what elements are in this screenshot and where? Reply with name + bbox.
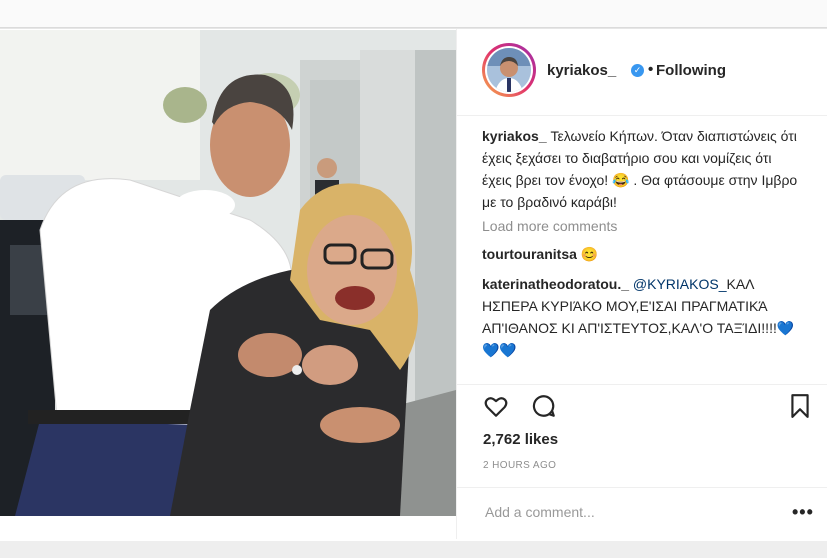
avatar-border bbox=[485, 46, 533, 94]
comment-item: tourtouranitsa 😊 bbox=[482, 243, 802, 265]
avatar bbox=[487, 48, 531, 92]
comment-mention-link[interactable]: @KYRIAKOS_ bbox=[633, 276, 727, 292]
likes-count[interactable]: 2,762 likes bbox=[483, 431, 558, 448]
comment-text: 😊 bbox=[580, 246, 599, 262]
top-bar bbox=[0, 0, 827, 28]
heart-icon[interactable] bbox=[483, 393, 509, 419]
comment-icon[interactable] bbox=[531, 393, 557, 419]
follow-button[interactable]: Following bbox=[656, 62, 726, 79]
comment-username[interactable]: katerinatheodoratou._ bbox=[482, 276, 629, 292]
comment-username[interactable]: tourtouranitsa bbox=[482, 246, 577, 262]
bookmark-icon[interactable] bbox=[787, 393, 813, 419]
photo-illustration bbox=[0, 30, 456, 516]
header-username[interactable]: kyriakos_ bbox=[547, 62, 616, 79]
comments-list: kyriakos_ Τελωνείο Κήπων. Όταν διαπιστών… bbox=[482, 125, 802, 369]
post-photo[interactable] bbox=[0, 30, 456, 516]
more-options-icon[interactable]: ••• bbox=[792, 502, 814, 523]
caption-username[interactable]: kyriakos_ bbox=[482, 128, 547, 144]
post-timestamp[interactable]: 2 HOURS AGO bbox=[483, 460, 556, 471]
add-comment-input[interactable] bbox=[483, 503, 777, 521]
post-header: kyriakos_ ✓ • Following bbox=[457, 29, 827, 116]
avatar-ring[interactable] bbox=[482, 43, 536, 97]
avatar-illustration bbox=[487, 48, 531, 92]
comment-item: katerinatheodoratou._ @KYRIAKOS_ΚΑΛ ΗΣΠΕ… bbox=[482, 273, 802, 361]
verified-badge-icon: ✓ bbox=[631, 64, 644, 77]
action-bar bbox=[457, 384, 827, 421]
load-more-comments-button[interactable]: Load more comments bbox=[482, 215, 802, 237]
add-comment-row: ••• bbox=[457, 487, 827, 540]
post-sidebar: kyriakos_ ✓ • Following kyriakos_ Τελωνε… bbox=[456, 29, 827, 539]
bottom-bar bbox=[0, 541, 827, 558]
caption: kyriakos_ Τελωνείο Κήπων. Όταν διαπιστών… bbox=[482, 125, 802, 213]
header-separator-dot: • bbox=[648, 61, 654, 78]
